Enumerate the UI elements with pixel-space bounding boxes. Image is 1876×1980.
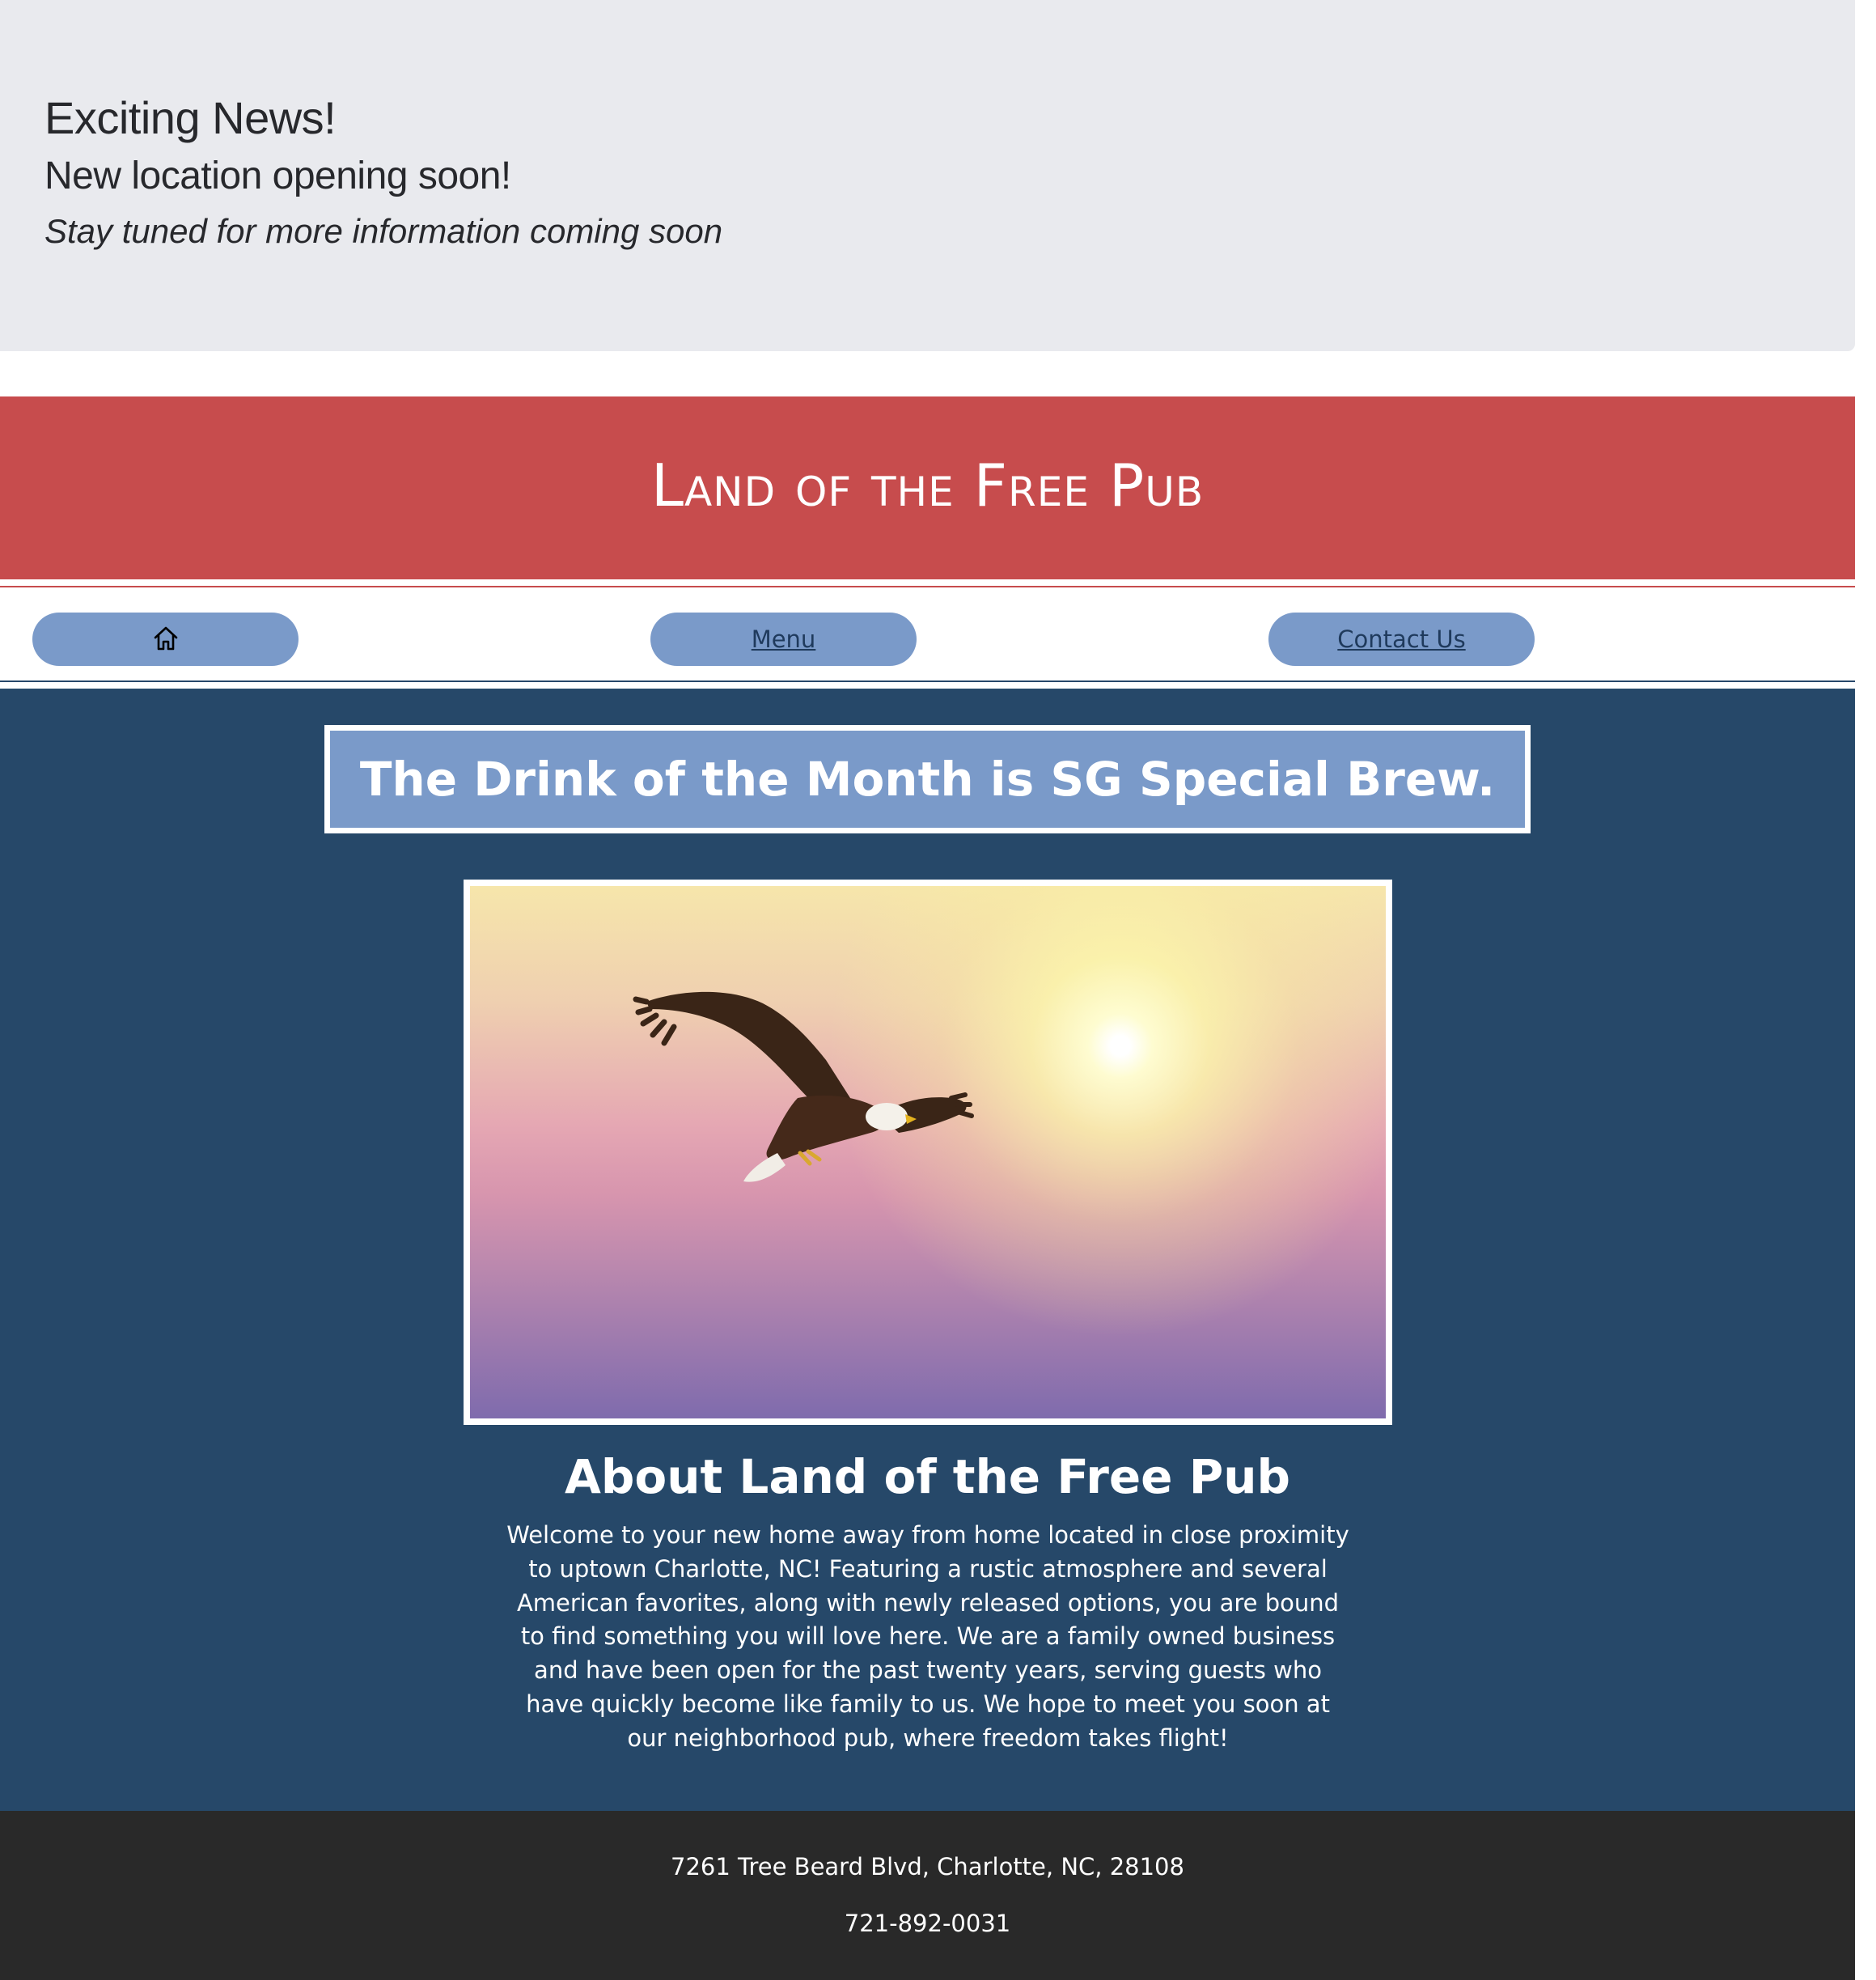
footer-phone: 721-892-0031 <box>844 1910 1011 1937</box>
nav-contact-button[interactable]: Contact Us <box>1268 613 1535 666</box>
site-footer: 7261 Tree Beard Blvd, Charlotte, NC, 281… <box>0 1811 1855 1980</box>
announcement-heading: Exciting News! <box>44 92 337 143</box>
header-divider <box>0 586 1855 587</box>
about-title: About Land of the Free Pub <box>564 1449 1291 1504</box>
site-header: Land of the Free Pub <box>0 396 1855 579</box>
home-icon <box>154 626 177 651</box>
main-nav: Menu Contact Us <box>0 613 1855 666</box>
site-title: Land of the Free Pub <box>650 452 1205 519</box>
nav-menu-button[interactable]: Menu <box>650 613 917 666</box>
eagle-illustration <box>633 991 974 1182</box>
eagle-photo <box>464 880 1392 1425</box>
announcement-subheading: New location opening soon! <box>44 155 511 197</box>
announcement-banner: Exciting News! New location opening soon… <box>0 0 1855 351</box>
drink-of-month-banner: The Drink of the Month is SG Special Bre… <box>324 725 1531 833</box>
footer-address: 7261 Tree Beard Blvd, Charlotte, NC, 281… <box>671 1853 1184 1880</box>
about-text: Welcome to your new home away from home … <box>506 1521 1349 1752</box>
nav-home-button[interactable] <box>32 613 299 666</box>
main-content: The Drink of the Month is SG Special Bre… <box>0 689 1855 1811</box>
announcement-note: Stay tuned for more information coming s… <box>44 212 723 250</box>
nav-divider <box>0 680 1855 682</box>
